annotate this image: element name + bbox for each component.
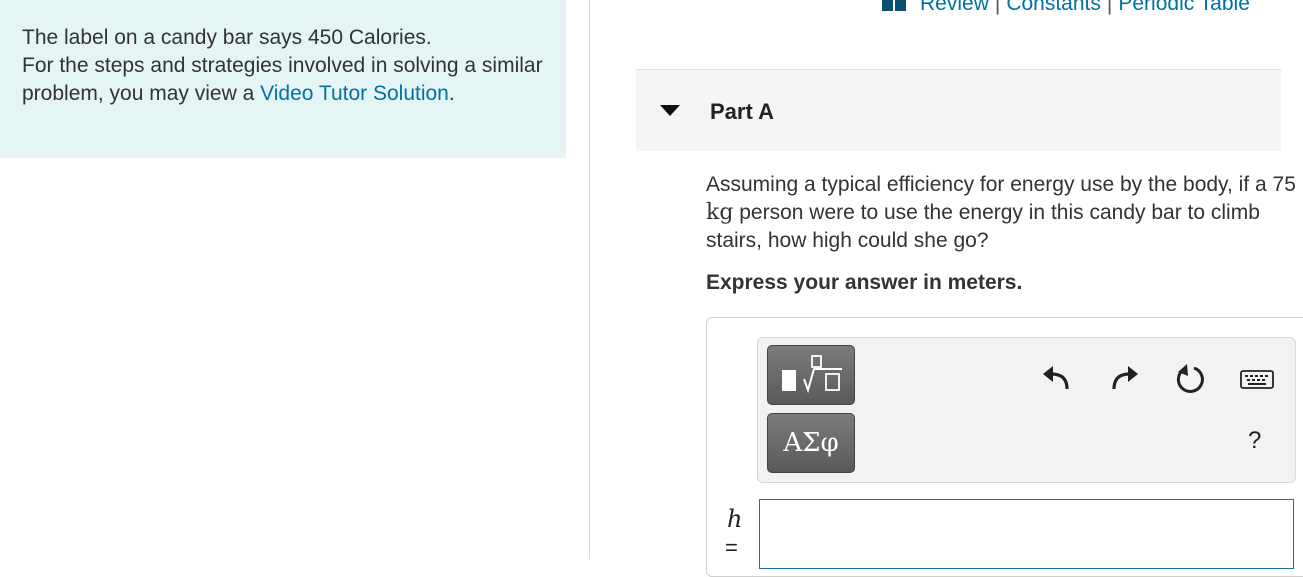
review-link[interactable]: Review (920, 0, 989, 16)
resource-links: Review | Constants | Periodic Table (882, 0, 1250, 16)
question-text: Assuming a typical efficiency for energy… (706, 171, 1296, 255)
constants-link[interactable]: Constants (1006, 0, 1101, 16)
answer-variable: h (727, 505, 743, 533)
intro-line-1: The label on a candy bar says 450 Calori… (22, 26, 432, 49)
book-icon (882, 0, 906, 11)
question-end: person were to use the energy in this ca… (706, 201, 1260, 252)
greek-symbols-label: ΑΣφ (783, 428, 839, 458)
panel-divider (589, 0, 590, 559)
part-title: Part A (710, 99, 774, 124)
greek-symbols-button[interactable]: ΑΣφ (767, 413, 855, 473)
reset-icon[interactable] (1172, 361, 1208, 397)
redo-icon[interactable] (1106, 359, 1142, 395)
part-a-header[interactable]: Part A (636, 69, 1281, 151)
unit-kg: kg (706, 200, 734, 225)
periodic-table-link[interactable]: Periodic Table (1118, 0, 1250, 16)
templates-button[interactable] (767, 345, 855, 405)
link-separator: | (1106, 0, 1113, 15)
intro-line-2-end: . (448, 82, 455, 105)
answer-instruction: Express your answer in meters. (706, 271, 1023, 294)
equals-sign: = (725, 535, 738, 560)
keyboard-icon[interactable] (1239, 361, 1275, 397)
video-tutor-link[interactable]: Video Tutor Solution (260, 82, 449, 105)
undo-icon[interactable] (1039, 359, 1075, 395)
link-separator: | (994, 0, 1001, 15)
help-button[interactable]: ? (1248, 427, 1261, 455)
problem-intro: The label on a candy bar says 450 Calori… (0, 0, 566, 158)
question-start: Assuming a typical efficiency for energy… (706, 173, 1296, 196)
fraction-root-template-icon (782, 355, 842, 394)
collapse-caret-icon[interactable] (660, 105, 680, 116)
